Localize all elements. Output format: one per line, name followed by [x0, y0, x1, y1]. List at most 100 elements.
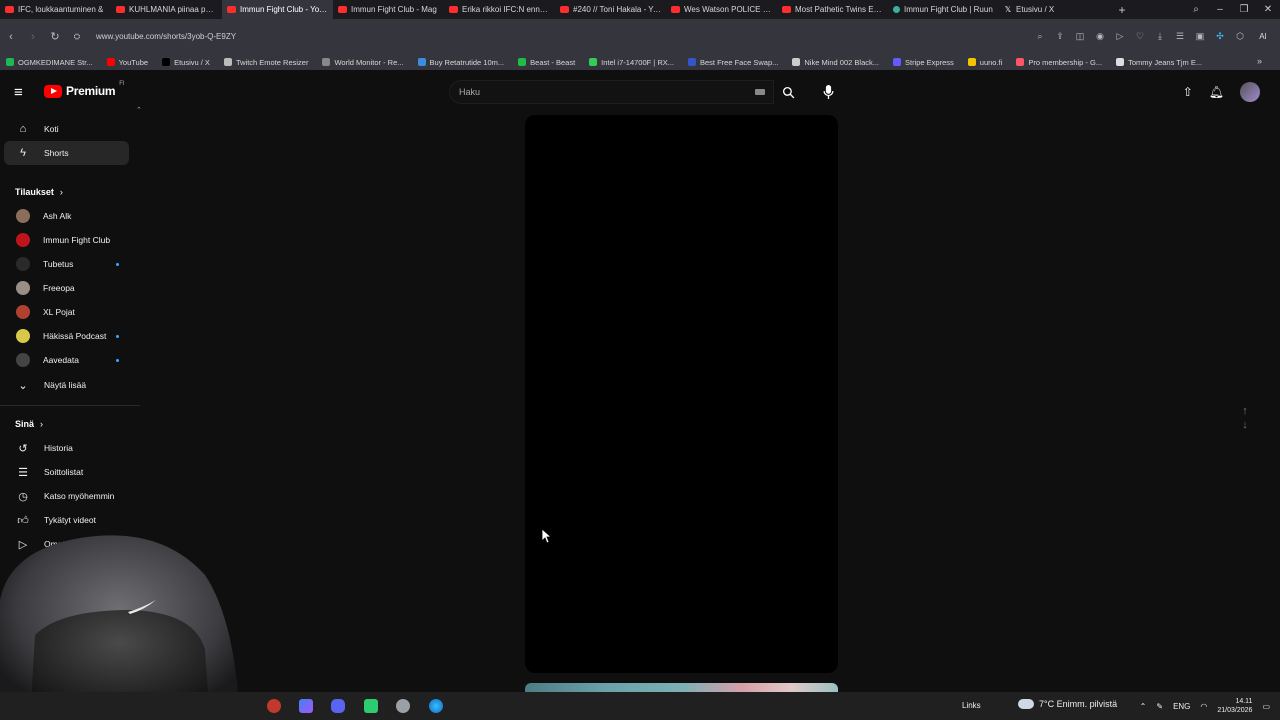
copilot-app-icon[interactable]: [299, 699, 313, 713]
bookmark-item[interactable]: Pro membership - G...: [1016, 58, 1102, 67]
share-icon[interactable]: ⇪: [1050, 31, 1070, 42]
search-button[interactable]: [774, 80, 802, 104]
menu-icon[interactable]: ☰: [1170, 31, 1190, 42]
browser-tab[interactable]: KUHLMANIA piinaa palja: [111, 0, 222, 19]
subscription-item[interactable]: Immun Fight Club: [4, 228, 129, 252]
opera-app-icon[interactable]: [267, 699, 281, 713]
weather-widget[interactable]: 7°C Enimm. pilvistä: [1018, 699, 1117, 709]
subscriptions-heading[interactable]: Tilaukset ›: [15, 187, 63, 197]
site-info-icon[interactable]: ⛭: [66, 32, 88, 42]
bookmark-favicon-icon: [6, 58, 14, 66]
browser-tab[interactable]: Immun Fight Club | Ruun: [888, 0, 999, 19]
cube-icon[interactable]: ⬡: [1230, 31, 1250, 42]
subscription-item[interactable]: XL Pojat: [4, 300, 129, 324]
language-indicator[interactable]: ENG: [1173, 702, 1190, 711]
browser-tab[interactable]: IFC, loukkaantuminen &: [0, 0, 111, 19]
bookmark-item[interactable]: Intel i7-14700F | RX...: [589, 58, 674, 67]
bookmark-item[interactable]: Buy Retatrutide 10m...: [417, 58, 504, 67]
wallet-icon[interactable]: ▣: [1190, 31, 1210, 42]
clock[interactable]: 14.11 21/03/2026: [1217, 697, 1252, 715]
bookmarks-overflow-icon[interactable]: »: [1257, 56, 1262, 66]
bookmark-item[interactable]: Stripe Express: [893, 58, 954, 67]
new-tab-button[interactable]: +: [1114, 3, 1130, 17]
keyboard-icon[interactable]: [755, 89, 765, 95]
store-app-icon[interactable]: [364, 699, 378, 713]
you-heading[interactable]: Sinä ›: [15, 419, 43, 429]
youtube-premium-logo[interactable]: Premium FI: [44, 81, 125, 98]
bookmark-item[interactable]: YouTube: [106, 58, 148, 67]
player-icon[interactable]: ▷: [1110, 31, 1130, 42]
extension-icon[interactable]: ✣: [1210, 31, 1230, 42]
bookmark-item[interactable]: uuno.fi: [967, 58, 1002, 67]
forward-button[interactable]: ›: [22, 31, 44, 43]
subscription-item[interactable]: Freeopa: [4, 276, 129, 300]
bookmark-favicon-icon: [893, 58, 901, 66]
browser-tab[interactable]: Wes Watson POLICE REP: [666, 0, 777, 19]
bookmark-favicon-icon: [1016, 58, 1025, 66]
zoom-icon[interactable]: ⌕: [1030, 31, 1050, 42]
close-window-button[interactable]: ✕: [1256, 4, 1280, 15]
you-item[interactable]: ☰ Soittolistat: [4, 460, 129, 484]
bookmark-item[interactable]: World Monitor - Re...: [322, 58, 404, 67]
sidebar-item-label: Koti: [44, 124, 59, 134]
minimize-button[interactable]: –: [1208, 4, 1232, 15]
subscription-item[interactable]: Tubetus: [4, 252, 129, 276]
tab-title: Immun Fight Club | Ruun: [904, 5, 993, 14]
clock-time: 14.11: [1235, 698, 1253, 705]
voice-search-button[interactable]: [816, 80, 840, 104]
discord-app-icon[interactable]: [331, 699, 345, 713]
subscription-label: Häkissä Podcast: [43, 331, 107, 341]
browser-tab[interactable]: Erika rikkoi IFC:N ennäty: [444, 0, 555, 19]
account-avatar[interactable]: [1240, 82, 1260, 102]
url-field[interactable]: www.youtube.com/shorts/3yob-Q-E9ZY: [96, 32, 236, 41]
sidebar-item-koti[interactable]: ⌂ Koti: [4, 117, 129, 141]
pen-icon[interactable]: ✎: [1156, 702, 1163, 711]
bookmark-item[interactable]: OGMKEDIMANE Str...: [6, 58, 93, 67]
bookmark-item[interactable]: Beast - Beast: [518, 58, 575, 67]
shorts-video-player[interactable]: [525, 115, 838, 673]
back-button[interactable]: ‹: [0, 31, 22, 43]
subscription-item[interactable]: Ash Alk: [4, 204, 129, 228]
you-item[interactable]: ↺ Historia: [4, 436, 129, 460]
notifications-icon[interactable]: ▭: [1262, 702, 1270, 711]
tray-overflow-chevron-icon[interactable]: ⌃: [1140, 702, 1147, 711]
vpn-icon[interactable]: ◉: [1090, 31, 1110, 42]
show-more-button[interactable]: ⌄ Näytä lisää: [4, 373, 129, 397]
network-icon[interactable]: ◠: [1200, 702, 1207, 711]
browser-tab[interactable]: #240 // Toni Hakala - You: [555, 0, 666, 19]
bookmark-item[interactable]: Twitch Emote Resizer: [223, 58, 308, 67]
browser-tab[interactable]: 𝕏 Etusivu / X: [999, 0, 1110, 19]
upload-icon[interactable]: ⇧: [1183, 85, 1193, 99]
download-icon[interactable]: ⤓: [1150, 31, 1170, 42]
bookmark-item[interactable]: Tommy Jeans Tjm E...: [1116, 58, 1202, 67]
steam-app-icon[interactable]: [396, 699, 410, 713]
history-icon: ↺: [18, 442, 28, 455]
restore-button[interactable]: ❐: [1232, 4, 1256, 15]
notifications-bell-icon[interactable]: 🔔︎: [1209, 85, 1224, 99]
bookmark-item[interactable]: Nike Mind 002 Black...: [792, 58, 879, 67]
bookmark-favicon-icon: [1116, 58, 1125, 66]
heart-icon[interactable]: ♡: [1130, 31, 1150, 42]
edge-app-icon[interactable]: [429, 699, 443, 713]
search-input[interactable]: [459, 87, 739, 97]
subscription-item[interactable]: Aavedata: [4, 348, 129, 372]
search-tabs-icon[interactable]: ⌕: [1184, 4, 1208, 15]
browser-tab[interactable]: Immun Fight Club - YouT: [222, 0, 333, 19]
weather-text: 7°C Enimm. pilvistä: [1039, 699, 1118, 709]
subscription-item[interactable]: Häkissä Podcast: [4, 324, 129, 348]
sidebar-scroll-up-icon[interactable]: ⌃: [136, 106, 142, 114]
previous-short-arrow-icon[interactable]: ↑: [1242, 405, 1248, 417]
reload-button[interactable]: ↻: [44, 30, 66, 43]
browser-tab[interactable]: Most Pathetic Twins Ever: [777, 0, 888, 19]
next-short-arrow-icon[interactable]: ↓: [1242, 419, 1248, 431]
hamburger-menu-icon[interactable]: ≡: [14, 84, 23, 101]
sidebar-item-shorts[interactable]: ϟ Shorts: [4, 141, 129, 165]
ai-button[interactable]: AI: [1250, 32, 1276, 41]
links-toolbar[interactable]: Links: [962, 701, 981, 710]
you-item[interactable]: ◷ Katso myöhemmin: [4, 484, 129, 508]
screenshot-icon[interactable]: ◫: [1070, 31, 1090, 42]
browser-tab[interactable]: Immun Fight Club - Mag: [333, 0, 444, 19]
you-item[interactable]: 👍︎ Tykätyt videot: [4, 508, 129, 532]
bookmark-item[interactable]: Etusivu / X: [162, 58, 210, 67]
bookmark-item[interactable]: Best Free Face Swap...: [688, 58, 778, 67]
